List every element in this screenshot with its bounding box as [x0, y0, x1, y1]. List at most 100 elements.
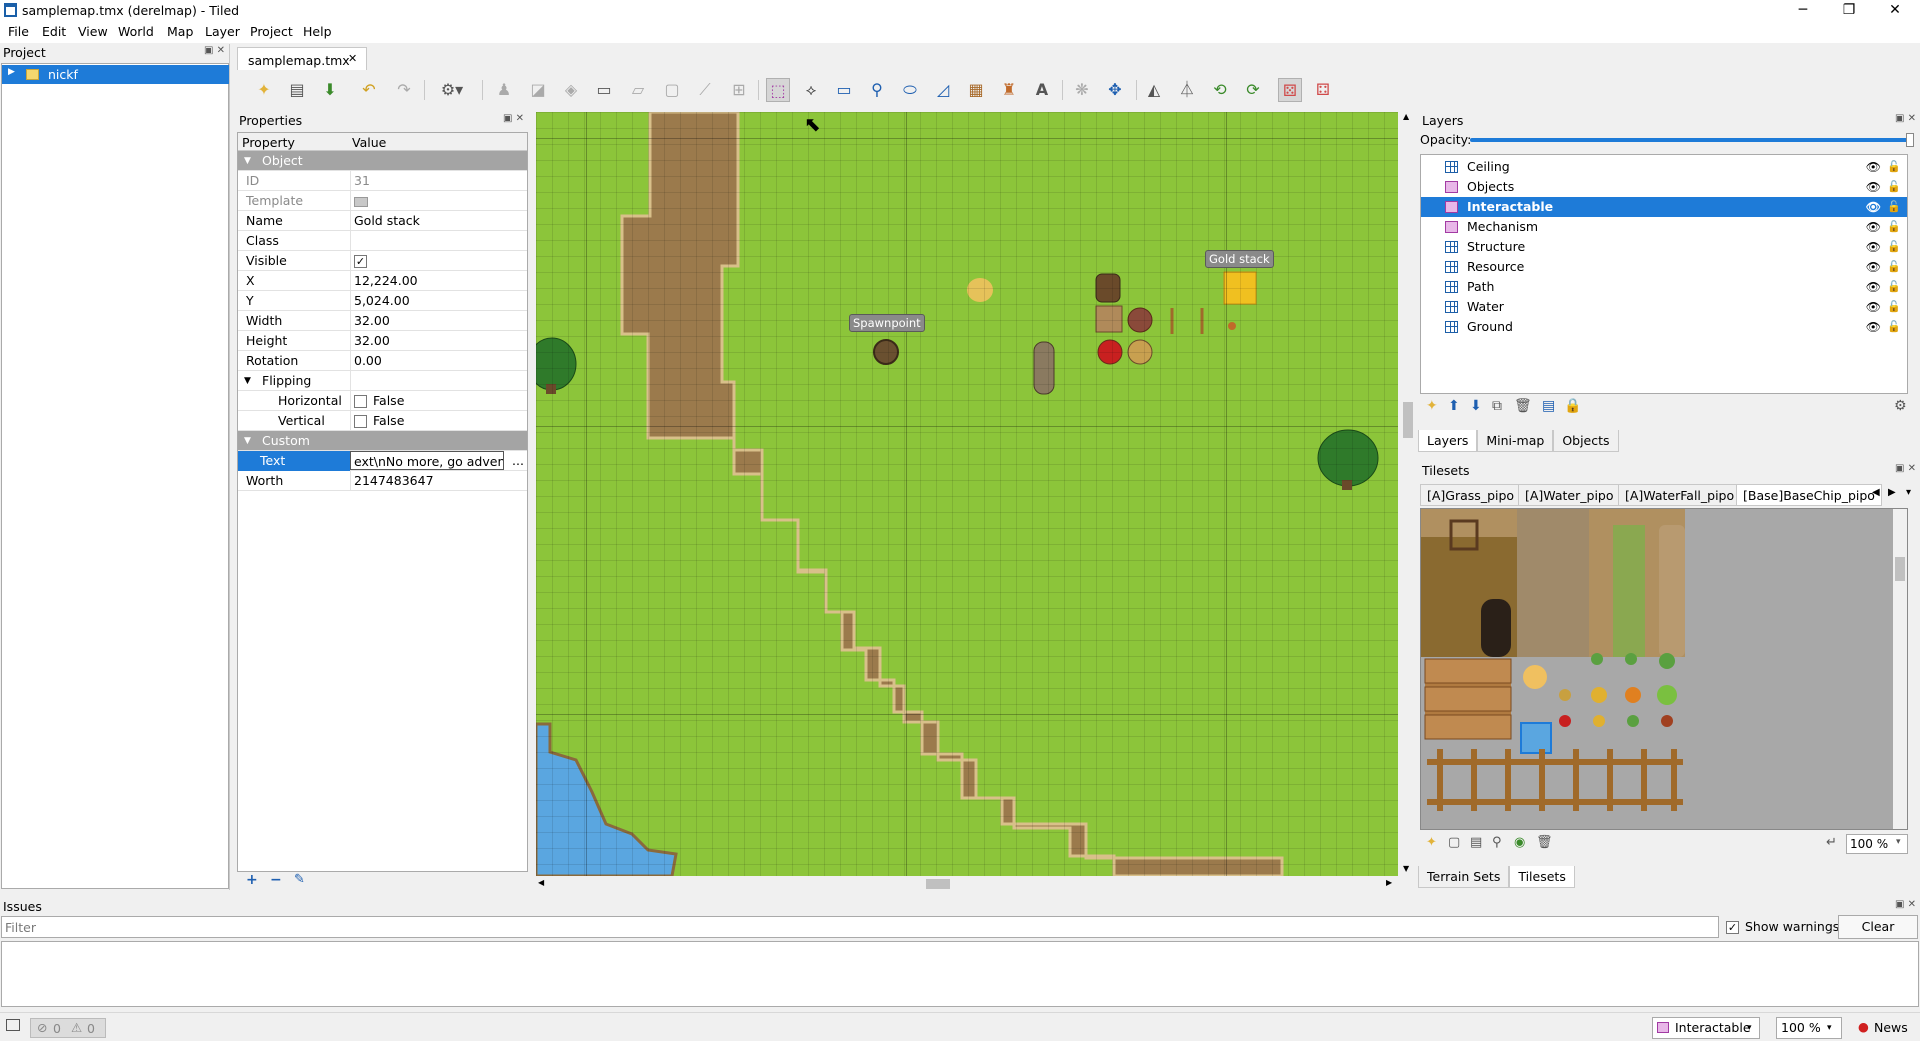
layers-list[interactable]: Ceiling 👁 🔓 Objects 👁 🔓 Interactable 👁 🔓 Mecha…	[1420, 154, 1908, 394]
insert-tile-icon[interactable]: ▦	[964, 78, 988, 102]
lock-layer-icon[interactable]: 🔒	[1564, 398, 1581, 414]
lock-icon[interactable]: 🔓	[1887, 317, 1901, 337]
scroll-left-icon[interactable]: ◀	[538, 878, 544, 887]
show-warnings-checkbox[interactable]: ✓	[1726, 921, 1739, 934]
tileset-tab-water[interactable]: [A]Water_pipo	[1518, 484, 1621, 506]
tabs-menu-icon[interactable]: ▾	[1906, 487, 1911, 498]
lock-icon[interactable]: 🔓	[1887, 197, 1901, 217]
layer-settings-icon[interactable]: ⚙	[1894, 398, 1907, 414]
text-value-input[interactable]: ext\nNo more, go adventure	[350, 451, 504, 470]
flip-horizontal-icon[interactable]: ◭	[1142, 78, 1166, 102]
show-other-layers-icon[interactable]: ▤	[1542, 398, 1555, 414]
select-objects-icon[interactable]: ⬚	[766, 78, 790, 102]
prop-x[interactable]: X 12,224.00	[238, 271, 527, 291]
tab-mini-map[interactable]: Mini-map	[1477, 430, 1554, 452]
layer-interactable[interactable]: Interactable 👁 🔓	[1421, 197, 1907, 217]
tab-tilesets[interactable]: Tilesets	[1509, 866, 1575, 888]
collapse-arrow-icon[interactable]: ▼	[244, 431, 251, 451]
show-warnings-toggle[interactable]: ✓ Show warnings	[1726, 919, 1839, 934]
visibility-eye-icon[interactable]: 👁	[1866, 317, 1881, 337]
tileset-scrollbar[interactable]	[1893, 509, 1907, 829]
remove-layer-icon[interactable]: 🗑	[1514, 398, 1532, 414]
redo-icon[interactable]: ↷	[392, 78, 416, 102]
prop-text[interactable]: Textext\nNo more, go adventure...	[238, 451, 527, 471]
visible-checkbox[interactable]: ✓	[354, 255, 367, 268]
select-same-tile-icon[interactable]: ⊞	[727, 78, 751, 102]
duplicate-layer-icon[interactable]: ⧉	[1492, 398, 1502, 414]
lock-icon[interactable]: 🔓	[1887, 157, 1901, 177]
prop-worth[interactable]: Worth 2147483647	[238, 471, 527, 491]
prop-vertical[interactable]: Vertical False	[238, 411, 527, 431]
clear-button[interactable]: Clear	[1838, 915, 1918, 939]
tileset-tab-grass[interactable]: [A]Grass_pipo	[1420, 484, 1522, 506]
lock-icon[interactable]: 🔓	[1887, 217, 1901, 237]
tab-objects[interactable]: Objects	[1553, 430, 1619, 452]
visibility-eye-icon[interactable]: 👁	[1866, 217, 1881, 237]
visibility-eye-icon[interactable]: 👁	[1866, 197, 1881, 217]
insert-point-icon[interactable]: ⚲	[865, 78, 889, 102]
menu-help[interactable]: Help	[299, 24, 336, 39]
tab-terrain-sets[interactable]: Terrain Sets	[1418, 866, 1510, 888]
insert-template-icon[interactable]: ♜	[997, 78, 1021, 102]
dock-buttons[interactable]: ▣ ✕	[1895, 113, 1916, 124]
prop-width[interactable]: Width 32.00	[238, 311, 527, 331]
tab-samplemap[interactable]: samplemap.tmx ✕	[237, 47, 367, 70]
restore-button[interactable]: ❐	[1826, 0, 1872, 22]
prop-rotation[interactable]: Rotation 0.00	[238, 351, 527, 371]
insert-rectangle-icon[interactable]: ▭	[832, 78, 856, 102]
lock-icon[interactable]: 🔓	[1887, 177, 1901, 197]
transform-tool-icon[interactable]: ✥	[1103, 78, 1127, 102]
layer-water[interactable]: Water 👁 🔓	[1421, 297, 1907, 317]
prop-y[interactable]: Y 5,024.00	[238, 291, 527, 311]
prop-class[interactable]: Class	[238, 231, 527, 251]
console-icon[interactable]	[6, 1019, 20, 1031]
layer-resource[interactable]: Resource 👁 🔓	[1421, 257, 1907, 277]
vertical-scroll-thumb[interactable]	[1403, 402, 1413, 438]
dock-buttons[interactable]: ▣ ✕	[1895, 463, 1916, 474]
world-tool-icon[interactable]: ❋	[1070, 78, 1094, 102]
visibility-eye-icon[interactable]: 👁	[1866, 237, 1881, 257]
lower-layer-icon[interactable]: ⬇	[1470, 398, 1482, 414]
remove-tileset-icon[interactable]: 🗑	[1536, 835, 1553, 850]
gold-stack-label[interactable]: Gold stack	[1205, 250, 1274, 268]
new-map-icon[interactable]: ✦	[252, 78, 276, 102]
menu-world[interactable]: World	[114, 24, 158, 39]
project-tree[interactable]: ▶ nickf	[1, 63, 229, 889]
current-layer-select[interactable]: Interactable ▾	[1652, 1017, 1760, 1039]
prop-name[interactable]: Name Gold stack	[238, 211, 527, 231]
visibility-eye-icon[interactable]: 👁	[1866, 277, 1881, 297]
menu-file[interactable]: File	[4, 24, 33, 39]
prop-height[interactable]: Height 32.00	[238, 331, 527, 351]
rotate-right-icon[interactable]: ⟳	[1241, 78, 1265, 102]
tileset-view[interactable]	[1420, 508, 1908, 830]
open-icon[interactable]: ▤	[285, 78, 309, 102]
spawnpoint-label[interactable]: Spawnpoint	[849, 314, 925, 332]
prop-template[interactable]: Template	[238, 191, 527, 211]
prop-horizontal[interactable]: Horizontal False	[238, 391, 527, 411]
tileset-tab-waterfall[interactable]: [A]WaterFall_pipo	[1618, 484, 1742, 506]
collapse-arrow-icon[interactable]: ▼	[244, 151, 251, 171]
export-tileset-icon[interactable]: ▤	[1470, 835, 1482, 850]
dock-buttons[interactable]: ▣ ✕	[204, 45, 225, 56]
random-mode-icon[interactable]: ⚄	[1278, 78, 1302, 102]
tileset-tab-basechip[interactable]: [Base]BaseChip_pipo	[1736, 484, 1882, 506]
menu-edit[interactable]: Edit	[38, 24, 70, 39]
map-vertical-scrollbar[interactable]: ▲ ▼	[1400, 112, 1416, 876]
insert-polygon-icon[interactable]: ◿	[931, 78, 955, 102]
tab-layers[interactable]: Layers	[1418, 430, 1478, 452]
dock-buttons[interactable]: ▣ ✕	[503, 113, 524, 124]
map-canvas[interactable]: Spawnpoint Gold stack ⬉	[536, 112, 1398, 876]
scroll-down-icon[interactable]: ▼	[1403, 864, 1409, 873]
edit-polygons-icon[interactable]: ⟡	[799, 78, 823, 102]
insert-ellipse-icon[interactable]: ⬭	[898, 78, 922, 102]
layer-objects[interactable]: Objects 👁 🔓	[1421, 177, 1907, 197]
tileset-scroll-thumb[interactable]	[1895, 557, 1905, 581]
save-icon[interactable]: ⬇	[318, 78, 342, 102]
scroll-right-icon[interactable]: ▶	[1386, 878, 1392, 887]
rename-property-icon[interactable]: ✎	[294, 872, 305, 887]
remove-property-icon[interactable]: −	[270, 872, 282, 888]
more-button[interactable]: ...	[508, 451, 528, 471]
eraser-icon[interactable]: ▱	[626, 78, 650, 102]
visibility-eye-icon[interactable]: 👁	[1866, 257, 1881, 277]
tabs-scroll-left-icon[interactable]: ◀	[1872, 487, 1880, 498]
